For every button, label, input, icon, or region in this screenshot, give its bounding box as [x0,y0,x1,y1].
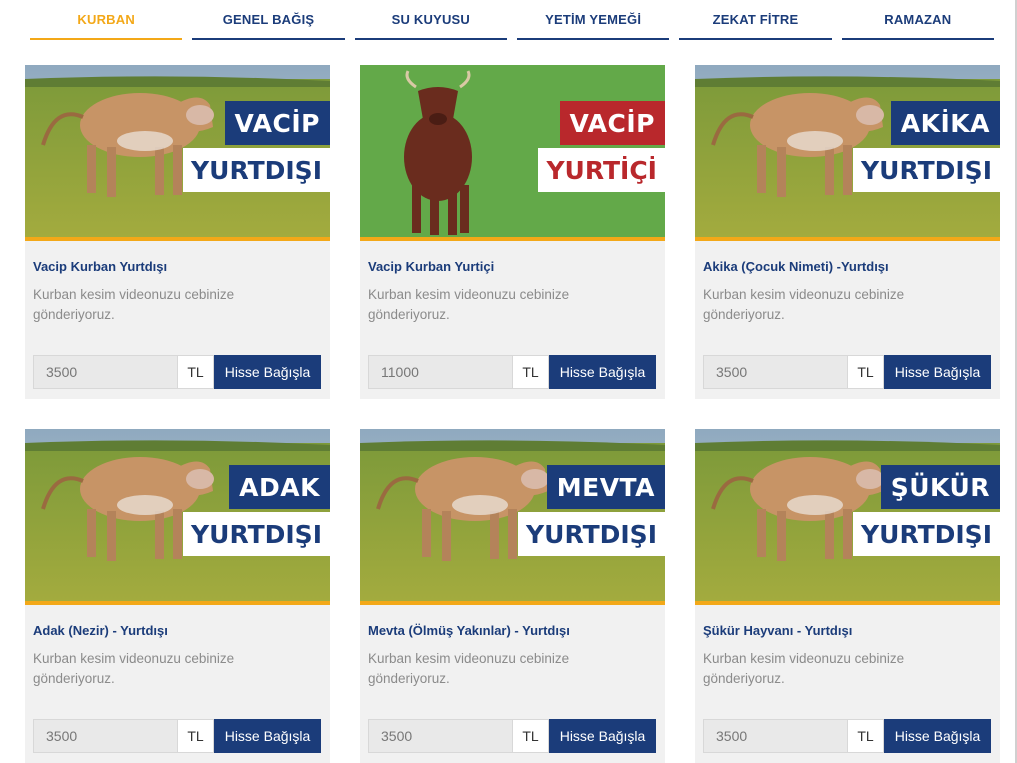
donate-form: 3500 TL Hisse Bağışla [33,719,321,753]
tab-kurban[interactable]: KURBAN [30,0,183,40]
badge-type: AKİKA [890,101,1000,145]
card-image[interactable]: VACİP YURTDIŞI [25,65,330,241]
card-description: Kurban kesim videonuzu cebinize gönderiy… [33,287,235,322]
donate-form: 3500 TL Hisse Bağışla [703,355,991,389]
currency-label: TL [848,719,884,753]
amount-input[interactable]: 3500 [703,355,848,389]
donation-card: AKİKA YURTDIŞI Akika (Çocuk Nimeti) -Yur… [695,65,1000,399]
category-tabs: KURBAN GENEL BAĞIŞ SU KUYUSU YETİM YEMEĞ… [30,0,994,42]
card-title[interactable]: Akika (Çocuk Nimeti) -Yurtdışı [703,259,889,274]
card-description: Kurban kesim videonuzu cebinize gönderiy… [33,651,235,686]
currency-label: TL [178,719,214,753]
card-title[interactable]: Vacip Kurban Yurtdışı [33,259,167,274]
card-title[interactable]: Mevta (Ölmüş Yakınlar) - Yurtdışı [368,623,570,638]
amount-input[interactable]: 3500 [33,719,178,753]
currency-label: TL [178,355,214,389]
tab-ramazan[interactable]: RAMAZAN [841,0,994,40]
donate-button[interactable]: Hisse Bağışla [549,355,656,389]
badge-type: ADAK [229,465,330,509]
currency-label: TL [513,355,549,389]
badge-type: VACİP [559,101,665,145]
currency-label: TL [513,719,549,753]
badge-region: YURTDIŞI [183,512,330,556]
card-description: Kurban kesim videonuzu cebinize gönderiy… [368,287,570,322]
card-title[interactable]: Vacip Kurban Yurtiçi [368,259,494,274]
card-description: Kurban kesim videonuzu cebinize gönderiy… [368,651,570,686]
amount-input[interactable]: 3500 [33,355,178,389]
badge-region: YURTDIŞI [853,512,1000,556]
badge-region: YURTDIŞI [518,512,665,556]
card-image[interactable]: AKİKA YURTDIŞI [695,65,1000,241]
card-image[interactable]: ADAK YURTDIŞI [25,429,330,605]
card-image[interactable]: ŞÜKÜR YURTDIŞI [695,429,1000,605]
amount-input[interactable]: 3500 [703,719,848,753]
badge-type: ŞÜKÜR [880,465,1000,509]
donate-form: 3500 TL Hisse Bağışla [368,719,656,753]
donate-form: 3500 TL Hisse Bağışla [33,355,321,389]
donation-card: ADAK YURTDIŞI Adak (Nezir) - Yurtdışı Ku… [25,429,330,763]
donate-button[interactable]: Hisse Bağışla [214,719,321,753]
donate-form: 11000 TL Hisse Bağışla [368,355,656,389]
card-description: Kurban kesim videonuzu cebinize gönderiy… [703,651,905,686]
donation-card-grid: VACİP YURTDIŞI Vacip Kurban Yurtdışı Kur… [25,65,1000,763]
donation-card: ŞÜKÜR YURTDIŞI Şükür Hayvanı - Yurtdışı … [695,429,1000,763]
donate-button[interactable]: Hisse Bağışla [884,719,991,753]
donate-form: 3500 TL Hisse Bağışla [703,719,991,753]
tab-yetim-yemegi[interactable]: YETİM YEMEĞİ [516,0,670,40]
donate-button[interactable]: Hisse Bağışla [549,719,656,753]
tab-zekat-fitre[interactable]: ZEKAT FİTRE [679,0,832,40]
badge-type: VACİP [224,101,330,145]
donate-button[interactable]: Hisse Bağışla [884,355,991,389]
currency-label: TL [848,355,884,389]
badge-region: YURTDIŞI [183,148,330,192]
donate-button[interactable]: Hisse Bağışla [214,355,321,389]
tab-genel-bagis[interactable]: GENEL BAĞIŞ [192,0,345,40]
donation-card: VACİP YURTDIŞI Vacip Kurban Yurtdışı Kur… [25,65,330,399]
card-image[interactable]: MEVTA YURTDIŞI [360,429,665,605]
amount-input[interactable]: 11000 [368,355,513,389]
card-title[interactable]: Adak (Nezir) - Yurtdışı [33,623,168,638]
badge-region: YURTİÇİ [538,148,665,192]
donation-card: MEVTA YURTDIŞI Mevta (Ölmüş Yakınlar) - … [360,429,665,763]
card-title[interactable]: Şükür Hayvanı - Yurtdışı [703,623,852,638]
badge-region: YURTDIŞI [853,148,1000,192]
badge-type: MEVTA [546,465,665,509]
tab-su-kuyusu[interactable]: SU KUYUSU [354,0,507,40]
card-image[interactable]: VACİP YURTİÇİ [360,65,665,241]
amount-input[interactable]: 3500 [368,719,513,753]
card-description: Kurban kesim videonuzu cebinize gönderiy… [703,287,905,322]
donation-card: VACİP YURTİÇİ Vacip Kurban Yurtiçi Kurba… [360,65,665,399]
